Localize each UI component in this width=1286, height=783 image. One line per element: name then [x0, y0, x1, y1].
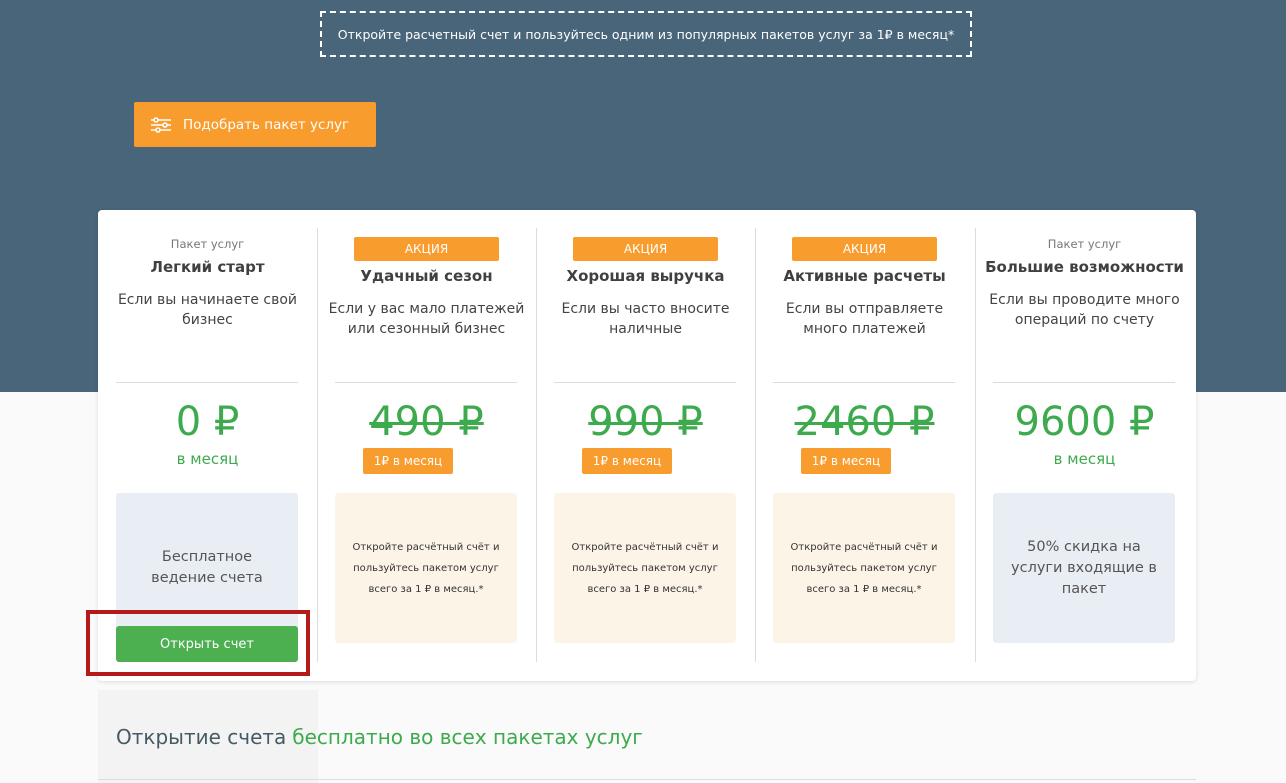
highlight-frame: [86, 610, 310, 676]
plan-feature-box: Откройте расчётный счёт и пользуйтесь па…: [335, 493, 517, 643]
plan-old-price: 490 ₽: [369, 399, 484, 445]
divider: [773, 382, 955, 383]
plan-lucky-season: АКЦИЯ Удачный сезон Если у вас мало плат…: [317, 210, 536, 681]
sliders-icon: [150, 116, 172, 133]
plan-feature-text: Бесплатное ведение счета: [151, 549, 263, 586]
plan-price: 0 ₽: [175, 399, 240, 445]
plan-period: в месяц: [176, 450, 239, 468]
plan-name: Хорошая выручка: [566, 267, 725, 285]
plan-description: Если вы часто вносите наличные: [561, 301, 730, 337]
plan-feature-text: Откройте расчётный счёт и пользуйтесь па…: [352, 541, 500, 595]
promo-badge: АКЦИЯ: [792, 237, 937, 261]
plan-big-opportunities: Пакет услуг Большие возможности Если вы …: [975, 210, 1194, 681]
promo-price-badge: 1₽ в месяц: [801, 448, 891, 474]
plan-old-price: 2460 ₽: [794, 399, 935, 445]
plan-old-price: 990 ₽: [588, 399, 703, 445]
plan-pre-label: Пакет услуг: [170, 237, 245, 251]
plan-description: Если вы отправляете много платежей: [785, 301, 944, 337]
bottom-title-text: Открытие счета: [116, 725, 287, 749]
plan-feature-box: Откройте расчётный счёт и пользуйтесь па…: [554, 493, 736, 643]
plan-name: Легкий старт: [150, 258, 265, 276]
bottom-title-highlight: бесплатно во всех пакетах услуг: [292, 725, 643, 749]
plan-feature-box: Откройте расчётный счёт и пользуйтесь па…: [773, 493, 955, 643]
divider: [993, 382, 1175, 383]
bottom-divider: [98, 779, 1196, 780]
promo-badge: АКЦИЯ: [573, 237, 718, 261]
plan-pre-label: Пакет услуг: [1047, 237, 1122, 251]
pick-package-label: Подобрать пакет услуг: [183, 116, 350, 133]
promo-badge: АКЦИЯ: [354, 237, 499, 261]
pick-package-button[interactable]: Подобрать пакет услуг: [134, 102, 376, 147]
plan-description: Если у вас мало платежей или сезонный би…: [328, 301, 525, 337]
promo-price-badge: 1₽ в месяц: [363, 448, 453, 474]
plan-name: Активные расчеты: [783, 267, 946, 285]
plan-name: Удачный сезон: [360, 267, 493, 285]
plan-feature-text: 50% скидка на услуги входящие в пакет: [1011, 538, 1157, 597]
divider: [116, 382, 298, 383]
plan-feature-box: 50% скидка на услуги входящие в пакет: [993, 493, 1175, 643]
divider: [335, 382, 517, 383]
plan-price: 9600 ₽: [1014, 399, 1155, 445]
promo-text: Откройте расчетный счет и пользуйтесь од…: [337, 26, 955, 42]
bottom-section-title: Открытие счета бесплатно во всех пакетах …: [116, 725, 643, 749]
promo-banner: Откройте расчетный счет и пользуйтесь од…: [320, 11, 972, 57]
plan-period: в месяц: [1053, 450, 1116, 468]
plan-active-payments: АКЦИЯ Активные расчеты Если вы отправляе…: [755, 210, 974, 681]
plan-good-revenue: АКЦИЯ Хорошая выручка Если вы часто внос…: [536, 210, 755, 681]
plan-name: Большие возможности: [985, 258, 1184, 276]
plan-description: Если вы начинаете свой бизнес: [117, 292, 298, 328]
plan-description: Если вы проводите много операций по счет…: [989, 292, 1180, 328]
promo-price-badge: 1₽ в месяц: [582, 448, 672, 474]
plan-feature-text: Откройте расчётный счёт и пользуйтесь па…: [790, 541, 938, 595]
divider: [554, 382, 736, 383]
plan-feature-text: Откройте расчётный счёт и пользуйтесь па…: [571, 541, 719, 595]
